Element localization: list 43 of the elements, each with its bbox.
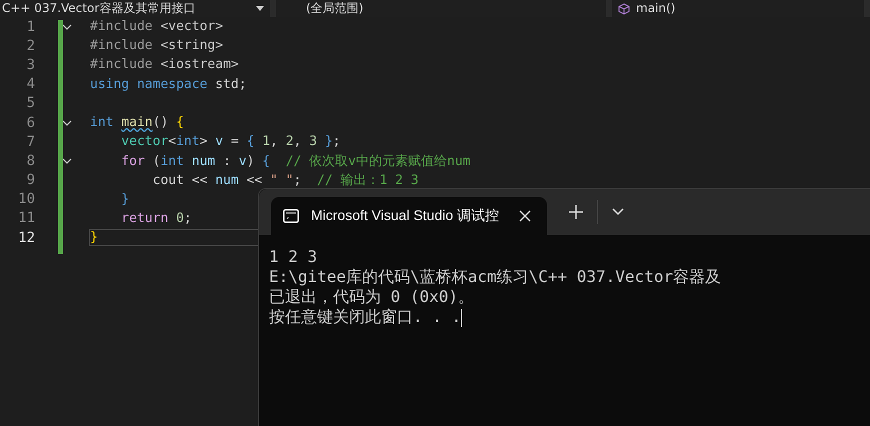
file-dropdown[interactable]: C++ 037.Vector容器及其常用接口	[0, 0, 270, 17]
line-number: 8	[26, 152, 35, 169]
plus-icon[interactable]	[569, 205, 584, 219]
line-number: 11	[17, 210, 35, 226]
chevron-down-icon[interactable]	[612, 208, 624, 216]
code-line: return 0;	[120, 210, 192, 226]
console-icon	[283, 209, 299, 223]
code-line: cout << num << " "; // 输出：1 2 3	[152, 172, 419, 190]
line-number: 4	[26, 76, 35, 92]
file-name: C++ 037.Vector容器及其常用接口	[2, 1, 196, 16]
code-line: }	[120, 192, 130, 207]
line-number: 5	[26, 95, 35, 112]
fold-chevron-icon[interactable]	[62, 24, 72, 30]
code-line: using namespace std;	[90, 76, 247, 92]
member-dropdown[interactable]: main()	[612, 0, 864, 17]
line-number: 1	[26, 18, 35, 35]
fold-chevron-icon[interactable]	[62, 120, 72, 126]
code-line: }	[90, 230, 260, 246]
member-name: main()	[636, 1, 676, 16]
console-output-line: 已退出，代码为 0 (0x0)。	[269, 287, 476, 307]
close-icon[interactable]	[519, 210, 532, 222]
cube-icon	[618, 2, 630, 14]
fold-chevron-icon[interactable]	[62, 158, 72, 164]
console-tab[interactable]: Microsoft Visual Studio 调试控	[271, 197, 548, 235]
line-number: 9	[26, 172, 35, 188]
scope-dropdown[interactable]: (全局范围)	[306, 1, 364, 16]
line-number: 10	[17, 191, 35, 208]
console-output-line: 按任意键关闭此窗口. . .	[269, 307, 464, 327]
line-number: 3	[26, 56, 35, 73]
console-output-line: 1 2 3	[269, 247, 318, 267]
code-line: #include <iostream>	[90, 57, 239, 72]
code-line: #include <string>	[90, 38, 224, 54]
line-number: 12	[17, 230, 35, 246]
code-line: int main() {	[90, 115, 184, 130]
line-number: 2	[26, 38, 35, 54]
code-line: for (int num : v) { // 依次取v中的元素赋值给num	[120, 152, 470, 170]
line-number: 7	[26, 134, 35, 150]
text-cursor	[461, 308, 462, 327]
console-output-line: E:\gitee库的代码\蓝桥杯acm练习\C++ 037.Vector容器及	[269, 267, 722, 287]
caret-icon	[256, 6, 264, 11]
line-number: 6	[26, 114, 35, 131]
code-line: vector<int> v = { 1, 2, 3 };	[120, 134, 340, 150]
code-line: #include <vector>	[90, 19, 224, 34]
